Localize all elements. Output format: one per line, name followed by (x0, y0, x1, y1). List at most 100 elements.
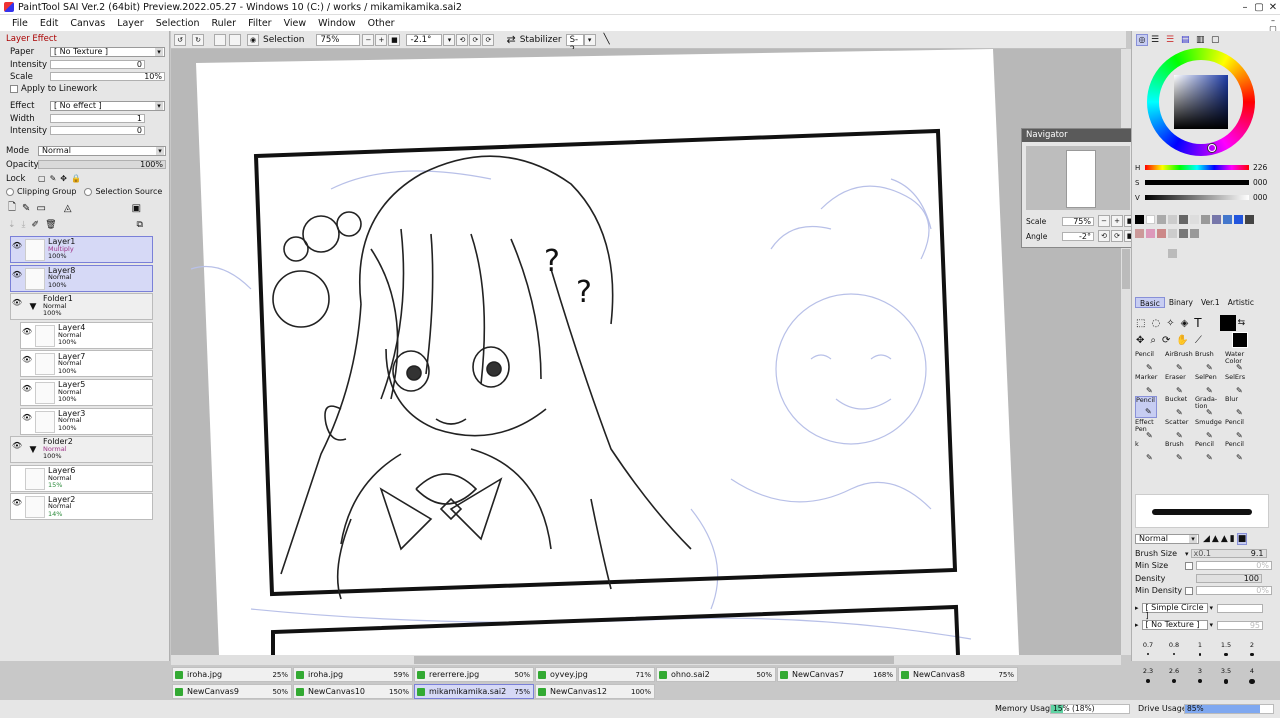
intensity2-slider[interactable]: 0 (50, 126, 145, 135)
brush-size-preset[interactable]: 1.5 (1213, 641, 1239, 657)
scratchpad-mode-icon[interactable]: ▥ (1196, 35, 1208, 45)
brush-texture-dropdown-icon[interactable]: ▾ (1210, 621, 1214, 629)
tool-preset[interactable]: Brush ✎ (1165, 441, 1187, 463)
nav-zoom-in-icon[interactable]: + (1111, 215, 1123, 227)
eye-icon[interactable]: 👁 (21, 323, 33, 348)
foreground-color-icon[interactable] (1219, 315, 1236, 331)
vscroll-thumb[interactable] (1122, 249, 1130, 289)
eyedropper-icon[interactable]: ⟋ (1195, 335, 1202, 346)
nav-zoom-out-icon[interactable]: − (1098, 215, 1110, 227)
menu-selection[interactable]: Selection (150, 18, 206, 29)
zoom-out-icon[interactable]: − (362, 33, 375, 46)
invert-selection-icon[interactable] (229, 33, 241, 46)
brush-shape-strength[interactable] (1217, 603, 1264, 613)
brush-size-preset[interactable]: 2 (1239, 641, 1265, 657)
mixer-mode-icon[interactable]: ▢ (1211, 35, 1223, 45)
document-tab[interactable]: rererrere.jpg 50% (414, 667, 534, 682)
tool-tab-binary[interactable]: Binary (1165, 297, 1197, 308)
zoom-reset-icon[interactable]: ■ (388, 33, 401, 46)
nav-rotate-reset-icon[interactable]: ⟳ (1111, 230, 1123, 242)
layer-select-icon[interactable]: ◈ (1181, 318, 1189, 329)
hscroll-thumb[interactable] (414, 656, 894, 664)
min-size-slider[interactable]: 0% (1196, 561, 1272, 570)
tool-preset[interactable]: Scatter ✎ (1165, 418, 1188, 441)
tool-preset[interactable]: Pencil ✎ (1135, 351, 1157, 373)
menu-file[interactable]: File (0, 18, 34, 29)
brush-shape-dropdown-icon[interactable]: ▾ (1210, 604, 1214, 612)
document-tab[interactable]: iroha.jpg 25% (172, 667, 292, 682)
document-tab[interactable]: NewCanvas12 100% (535, 684, 655, 699)
tool-tab-artistic[interactable]: Artistic (1224, 297, 1258, 308)
document-tab[interactable]: iroha.jpg 59% (293, 667, 413, 682)
tool-preset[interactable]: SelPen ✎ (1195, 373, 1217, 396)
brush-texture-strength[interactable]: 95 (1217, 620, 1264, 630)
menu-edit[interactable]: Edit (34, 18, 64, 29)
nav-rotate-left-icon[interactable]: ⟲ (1098, 230, 1110, 242)
tool-preset[interactable]: Effect Pen ✎ (1135, 418, 1157, 441)
min-density-checkbox[interactable] (1185, 586, 1193, 595)
brush-shape-expand-icon[interactable]: ▸ (1135, 604, 1139, 612)
lock-transparency-icon[interactable]: ▢ (38, 174, 46, 183)
layer-settings-icon[interactable]: ⧉ (137, 220, 143, 230)
tool-preset[interactable]: Pencil ✎ (1225, 441, 1247, 463)
eye-icon[interactable]: 👁 (21, 351, 33, 376)
new-mask-icon[interactable]: ◬ (64, 203, 72, 214)
show-selection-icon[interactable]: ◉ (247, 33, 259, 46)
canvas-area[interactable]: ? ? (171, 49, 1121, 655)
eye-icon[interactable]: 👁 (11, 237, 23, 262)
brush-size-slider[interactable]: x0.1 9.1 (1190, 549, 1267, 558)
lock-paint-icon[interactable]: ✎ (50, 174, 57, 183)
layer-item[interactable]: 👁 Layer5 Normal 100% (20, 379, 153, 406)
transfer-down-icon[interactable]: ⇣ (8, 220, 16, 230)
document-tab[interactable]: ohno.sai2 50% (656, 667, 776, 682)
tool-tab-ver1[interactable]: Ver.1 (1197, 297, 1224, 308)
close-icon[interactable]: ✕ (1266, 0, 1280, 14)
edge-hardness-4-icon[interactable]: ▮ (1230, 534, 1235, 544)
tool-preset[interactable]: Blur ✎ (1225, 396, 1247, 418)
tool-preset[interactable]: Brush ✎ (1195, 351, 1217, 373)
layer-folder[interactable]: 👁 ▼ Folder1 Normal 100% (10, 293, 153, 321)
eye-icon[interactable] (11, 466, 23, 491)
rotate-tool-icon[interactable]: ⟳ (1162, 335, 1170, 346)
canvas-drawing[interactable]: ? ? (171, 49, 1121, 655)
intensity-slider[interactable]: 0 (50, 60, 145, 69)
brush-size-preset[interactable]: 4 (1239, 667, 1265, 685)
tool-preset[interactable]: Smudge ✎ (1195, 418, 1222, 441)
brush-size-preset[interactable]: 2.3 (1135, 667, 1161, 683)
menu-canvas[interactable]: Canvas (64, 18, 111, 29)
line-tool-icon[interactable]: ╲ (604, 34, 610, 45)
density-slider[interactable]: 100 (1196, 574, 1262, 583)
menu-view[interactable]: View (278, 18, 313, 29)
hue-marker[interactable] (1208, 144, 1216, 152)
nav-scale-slider[interactable]: 75% (1062, 216, 1094, 226)
document-tab[interactable]: NewCanvas9 50% (172, 684, 292, 699)
tool-preset[interactable]: Grada- tion ✎ (1195, 396, 1217, 418)
brush-size-preset[interactable]: 0.7 (1135, 641, 1161, 655)
scale-slider[interactable]: 10% (50, 72, 165, 81)
menu-layer[interactable]: Layer (111, 18, 150, 29)
eye-icon[interactable]: 👁 (21, 409, 33, 434)
min-density-slider[interactable]: 0% (1196, 586, 1272, 595)
menu-ruler[interactable]: Ruler (205, 18, 242, 29)
swatch-extra[interactable] (1168, 249, 1177, 258)
lock-move-icon[interactable]: ✥ (60, 174, 67, 183)
tool-preset[interactable]: Pencil ✎ (1195, 441, 1217, 463)
move-tool-icon[interactable]: ✥ (1136, 335, 1144, 346)
nav-angle-slider[interactable]: -2° (1062, 231, 1094, 241)
tool-preset[interactable]: Eraser ✎ (1165, 373, 1187, 396)
layer-item[interactable]: 👁 Layer2 Normal 14% (10, 493, 153, 521)
brush-shape-field[interactable]: [ Simple Circle ] (1141, 603, 1208, 620)
hand-tool-icon[interactable]: ✋ (1176, 335, 1188, 346)
rotate-left-icon[interactable]: ⟲ (456, 33, 469, 46)
tool-preset[interactable]: Pencil ✎ (1225, 418, 1247, 441)
width-slider[interactable]: 1 (50, 114, 145, 123)
brush-size-preset[interactable]: 2.6 (1161, 667, 1187, 684)
swatch-row-2[interactable] (1135, 229, 1201, 238)
swap-colors-icon[interactable]: ⇆ (1238, 318, 1246, 328)
brush-size-mult[interactable]: ▾ (1185, 550, 1189, 558)
color-wheel[interactable] (1147, 48, 1255, 156)
rotate-reset-icon[interactable]: ⟳ (469, 33, 482, 46)
brush-texture-expand-icon[interactable]: ▸ (1135, 621, 1139, 629)
document-tab[interactable]: NewCanvas8 75% (898, 667, 1018, 682)
layer-item[interactable]: 👁 Layer7 Normal 100% (20, 350, 153, 378)
